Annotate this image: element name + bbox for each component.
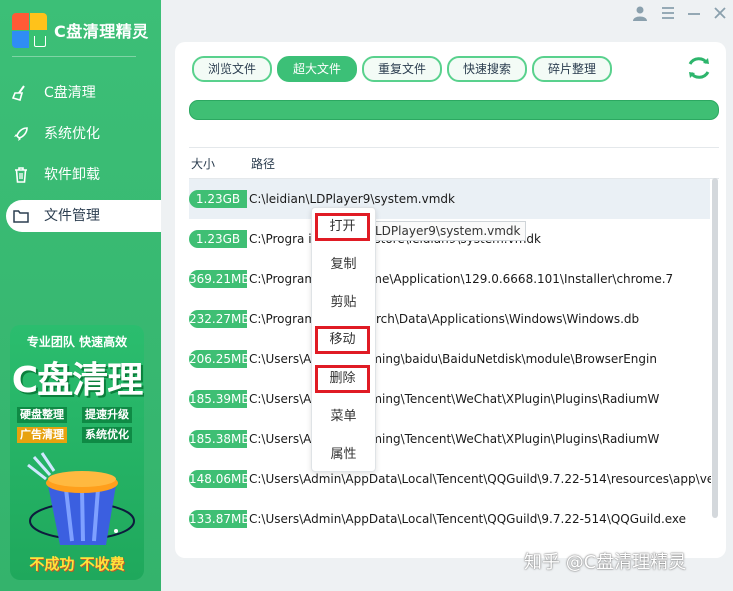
- sidebar-item-uninstall[interactable]: 软件卸载: [0, 159, 161, 191]
- file-path: C:\Users\Admin\AppData\Local\Tencent\QQG…: [249, 512, 687, 526]
- promo-tag: 广告清理: [17, 427, 67, 443]
- promo-headline: C盘清理: [11, 360, 143, 401]
- sidebar-item-system-optimize[interactable]: 系统优化: [0, 118, 161, 150]
- context-menu-open[interactable]: 打开: [315, 213, 370, 241]
- context-menu-copy[interactable]: 复制: [312, 251, 375, 279]
- path-tooltip: LDPlayer9\system.vmdk: [370, 221, 526, 241]
- divider: [12, 56, 136, 57]
- main-panel: 浏览文件 超大文件 重复文件 快速搜索 碎片整理 大小 路径 1.23GB C:…: [175, 42, 726, 558]
- folder-icon: [13, 210, 29, 223]
- rocket-icon: [14, 127, 28, 141]
- refresh-icon[interactable]: [685, 54, 713, 82]
- file-size-badge: 369.21MB: [189, 270, 250, 288]
- table-row[interactable]: 206.25MB C:\Users\A Data\Roaming\baidu\B…: [189, 339, 710, 379]
- file-size-badge: 1.23GB: [189, 230, 247, 248]
- trash-icon: [15, 167, 27, 183]
- minimize-icon[interactable]: [685, 4, 703, 22]
- context-menu: 打开 复制 剪贴 移动 删除 菜单 属性: [311, 207, 376, 472]
- sidebar-item-file-manager[interactable]: 文件管理: [6, 200, 161, 232]
- divider: [189, 147, 719, 148]
- table-row[interactable]: 148.06MB C:\Users\Admin\AppData\Local\Te…: [189, 459, 711, 499]
- menu-icon[interactable]: [659, 4, 677, 22]
- file-size-badge: 232.27MB: [189, 310, 250, 328]
- table-row[interactable]: 185.38MB C:\Users\A Data\Roaming\Tencent…: [189, 419, 710, 459]
- context-menu-move[interactable]: 移动: [315, 326, 370, 354]
- broom-icon: [12, 85, 25, 101]
- tab-duplicate-files[interactable]: 重复文件: [362, 56, 442, 82]
- file-size-badge: 206.25MB: [189, 350, 250, 368]
- app-title: C盘清理精灵: [54, 22, 149, 41]
- context-menu-properties[interactable]: 属性: [312, 441, 375, 469]
- trash-can-illustration-icon: [27, 452, 135, 545]
- table-row[interactable]: 232.27MB C:\Program osoft\Search\Data\Ap…: [189, 299, 710, 339]
- tab-defragment[interactable]: 碎片整理: [532, 56, 612, 82]
- promo-line: 专业团队 快速高效: [26, 335, 128, 349]
- promo-banner[interactable]: 专业团队 快速高效 C盘清理 硬盘整理 提速升级 广告清理 系统优化 不成功 不…: [10, 325, 144, 580]
- scan-progress-bar: [189, 100, 719, 120]
- sidebar-item-label: 文件管理: [44, 208, 100, 224]
- close-icon[interactable]: [711, 4, 729, 22]
- sidebar-item-label: 系统优化: [44, 126, 100, 142]
- context-menu-cut[interactable]: 剪贴: [312, 289, 375, 317]
- file-size-badge: 148.06MB: [189, 470, 250, 488]
- context-menu-delete[interactable]: 删除: [315, 365, 370, 393]
- file-size-badge: 133.87MB: [189, 510, 250, 528]
- column-header-size[interactable]: 大小: [191, 155, 215, 172]
- promo-tag: 硬盘整理: [17, 407, 67, 423]
- table-row[interactable]: 133.87MB C:\Users\Admin\AppData\Local\Te…: [189, 499, 710, 539]
- table-row[interactable]: 1.23GB C:\leidian\LDPlayer9\system.vmdk: [189, 179, 710, 219]
- promo-tag: 系统优化: [82, 427, 132, 443]
- file-size-badge: 185.39MB: [189, 390, 250, 408]
- promo-tag: 提速升级: [82, 407, 132, 423]
- tab-browse-files[interactable]: 浏览文件: [192, 56, 272, 82]
- table-row[interactable]: 369.21MB C:\Program gle\Chrome\Applicati…: [189, 259, 710, 299]
- file-size-badge: 1.23GB: [189, 190, 247, 208]
- sidebar-item-label: 软件卸载: [44, 167, 100, 183]
- user-icon[interactable]: [631, 4, 649, 22]
- scrollbar[interactable]: [712, 178, 718, 518]
- table-row[interactable]: 185.39MB C:\Users\A Data\Roaming\Tencent…: [189, 379, 710, 419]
- sidebar-item-c-clean[interactable]: C盘清理: [0, 77, 161, 109]
- promo-footer: 不成功 不收费: [29, 555, 125, 573]
- watermark: 知乎 @C盘清理精灵: [524, 552, 687, 573]
- sidebar: C盘清理精灵 C盘清理 系统优化 软件卸载 文件管理 专业团队 快速高效 C盘清…: [0, 0, 161, 591]
- context-menu-menu[interactable]: 菜单: [312, 403, 375, 431]
- column-header-path[interactable]: 路径: [251, 155, 275, 172]
- file-size-badge: 185.38MB: [189, 430, 250, 448]
- sidebar-item-label: C盘清理: [44, 85, 96, 101]
- app-logo-icon: [12, 13, 48, 49]
- tab-large-files[interactable]: 超大文件: [277, 56, 357, 82]
- tab-quick-search[interactable]: 快速搜索: [447, 56, 527, 82]
